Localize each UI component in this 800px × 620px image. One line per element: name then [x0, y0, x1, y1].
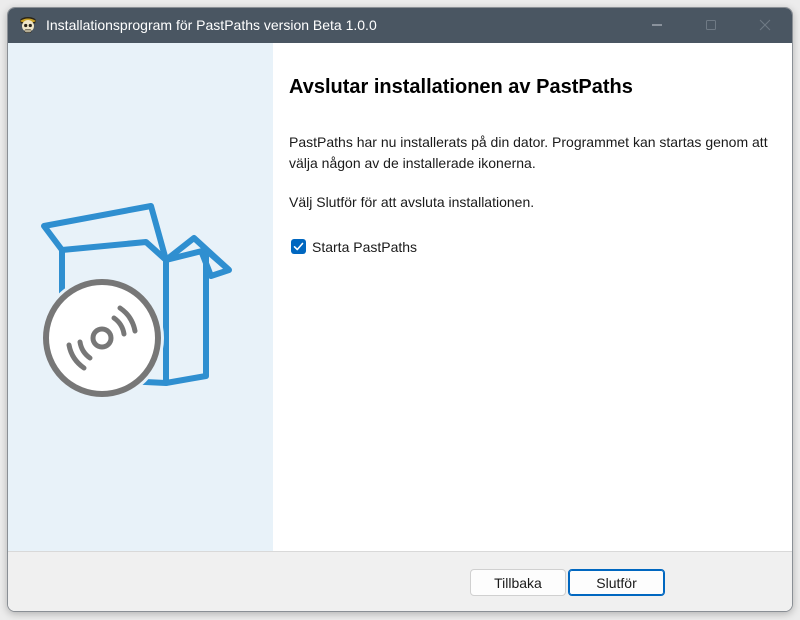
- maximize-button[interactable]: [688, 8, 734, 43]
- installer-window: Installationsprogram för PastPaths versi…: [7, 7, 793, 612]
- page-title: Avslutar installationen av PastPaths: [289, 76, 633, 98]
- close-icon: [759, 19, 771, 31]
- finish-button[interactable]: Slutför: [568, 569, 665, 596]
- checkmark-icon: [293, 242, 304, 251]
- left-banner-panel: [8, 43, 273, 551]
- window-title: Installationsprogram för PastPaths versi…: [46, 17, 377, 33]
- launch-app-checkbox[interactable]: [291, 239, 306, 254]
- minimize-button[interactable]: [634, 8, 680, 43]
- launch-app-label[interactable]: Starta PastPaths: [312, 239, 417, 255]
- minimize-icon: [652, 24, 662, 26]
- pirate-skull-icon: [18, 15, 38, 35]
- finish-instruction: Välj Slutför för att avsluta installatio…: [289, 194, 535, 210]
- installed-message: PastPaths har nu installerats på din dat…: [289, 134, 768, 171]
- maximize-icon: [706, 20, 716, 30]
- box-with-disc-illustration: [40, 203, 232, 400]
- back-button[interactable]: Tillbaka: [470, 569, 566, 596]
- finish-page-content: Avslutar installationen av PastPaths Pas…: [273, 43, 792, 551]
- close-button[interactable]: [742, 8, 788, 43]
- title-bar[interactable]: Installationsprogram för PastPaths versi…: [8, 8, 792, 43]
- button-footer: Tillbaka Slutför: [8, 551, 792, 611]
